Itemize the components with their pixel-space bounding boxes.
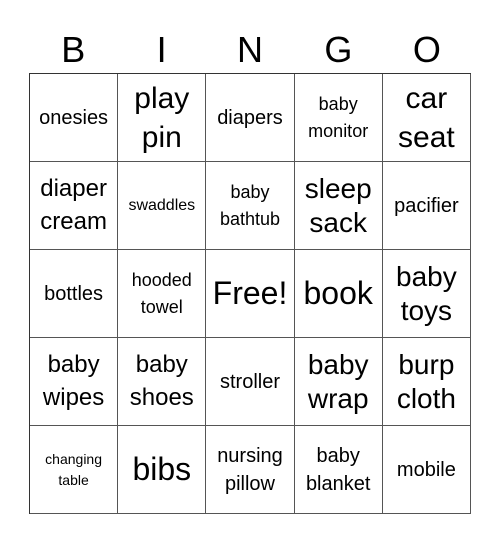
bingo-cell[interactable]: diaper cream <box>30 162 119 250</box>
bingo-cell[interactable]: car seat <box>382 74 471 162</box>
bingo-cell[interactable]: bottles <box>30 250 119 338</box>
bingo-cell[interactable]: pacifier <box>382 162 471 250</box>
header-letter-g: G <box>324 29 353 70</box>
header-letter-b: B <box>61 29 86 70</box>
header-letter-n: N <box>237 29 264 70</box>
bingo-cell[interactable]: hooded towel <box>118 250 207 338</box>
bingo-cell[interactable]: baby bathtub <box>206 162 295 250</box>
header-letter-o: O <box>412 29 441 70</box>
bingo-cell[interactable]: book <box>294 250 383 338</box>
bingo-cell[interactable]: burp cloth <box>382 338 471 426</box>
bingo-cell[interactable]: baby toys <box>382 250 471 338</box>
bingo-header: B I N G O <box>29 28 471 72</box>
bingo-cell[interactable]: diapers <box>206 74 295 162</box>
bingo-cell[interactable]: baby wipes <box>30 338 119 426</box>
bingo-cell[interactable]: baby monitor <box>294 74 383 162</box>
bingo-cell[interactable]: sleep sack <box>294 162 383 250</box>
bingo-cell[interactable]: swaddles <box>118 162 207 250</box>
bingo-cell[interactable]: nursing pillow <box>206 426 295 514</box>
bingo-grid: onesies play pin diapers baby monitor ca… <box>29 73 471 514</box>
bingo-cell[interactable]: baby wrap <box>294 338 383 426</box>
bingo-cell[interactable]: onesies <box>30 74 119 162</box>
bingo-cell[interactable]: bibs <box>118 426 207 514</box>
header-letter-i: I <box>156 29 167 70</box>
bingo-cell[interactable]: baby shoes <box>118 338 207 426</box>
bingo-cell[interactable]: stroller <box>206 338 295 426</box>
bingo-cell[interactable]: mobile <box>382 426 471 514</box>
bingo-cell[interactable]: baby blanket <box>294 426 383 514</box>
bingo-cell[interactable]: changing table <box>30 426 119 514</box>
bingo-cell[interactable]: play pin <box>118 74 207 162</box>
free-space[interactable]: Free! <box>206 250 295 338</box>
